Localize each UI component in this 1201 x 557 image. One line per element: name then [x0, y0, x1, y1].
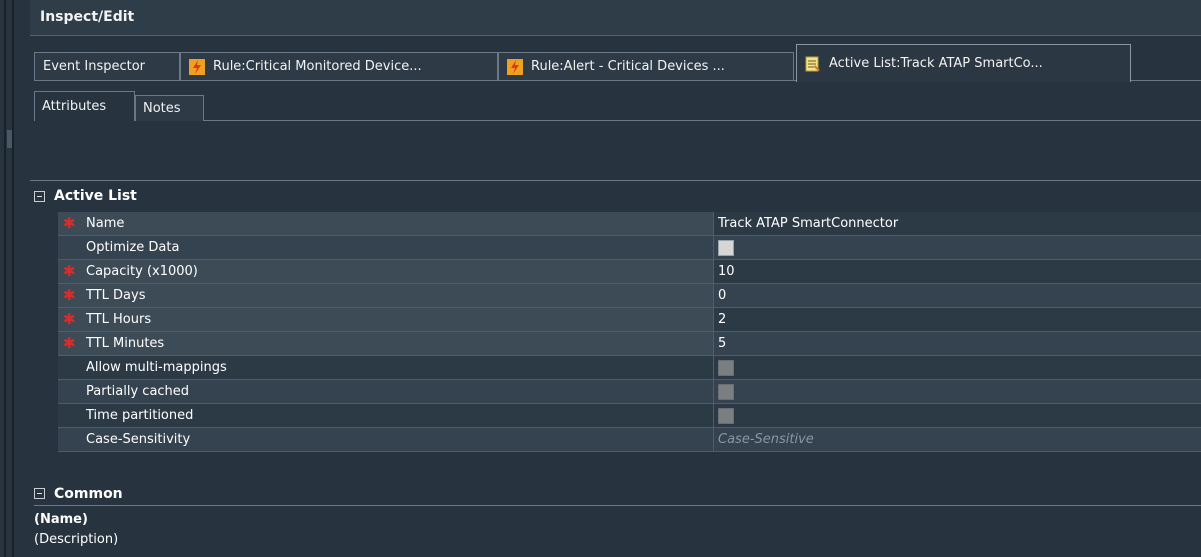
property-value-field: [714, 380, 1201, 403]
tab-label: Rule:Alert - Critical Devices ...: [531, 59, 725, 74]
section-common-header[interactable]: Common: [34, 482, 1201, 506]
property-value-text: Track ATAP SmartConnector: [718, 216, 899, 231]
tab-label: Event Inspector: [43, 59, 146, 74]
property-label: Partially cached: [58, 380, 714, 403]
property-value-text: 5: [718, 336, 727, 351]
property-name-text: Partially cached: [86, 384, 190, 399]
property-value-field[interactable]: 5: [714, 332, 1201, 355]
active-list-icon: [805, 56, 821, 72]
tab-event-inspector[interactable]: Event Inspector: [34, 52, 180, 80]
property-label: ✱ TTL Hours: [58, 308, 714, 331]
time-partitioned-checkbox: [718, 407, 734, 424]
property-row-ttl-hours[interactable]: ✱ TTL Hours 2: [58, 308, 1201, 332]
property-value-field: Case-Sensitive: [714, 428, 1201, 451]
property-value-text: 2: [718, 312, 727, 327]
section-label: Active List: [54, 188, 137, 204]
rule-lightning-icon: [507, 58, 523, 75]
inspector-subtabs: Attributes Notes: [34, 91, 1201, 121]
property-label: ✱ Name: [58, 212, 714, 235]
tab-attributes[interactable]: Attributes: [34, 91, 135, 121]
collapse-icon[interactable]: [34, 190, 45, 202]
section-divider: [30, 180, 1201, 181]
property-value-text: 10: [718, 264, 735, 279]
property-value-field: [714, 404, 1201, 427]
property-row-optimize-data[interactable]: Optimize Data: [58, 236, 1201, 260]
property-name-text: Case-Sensitivity: [86, 432, 191, 447]
property-name-text: TTL Hours: [86, 312, 152, 327]
property-row-capacity[interactable]: ✱ Capacity (x1000) 10: [58, 260, 1201, 284]
left-splitter[interactable]: [0, 0, 30, 557]
property-value-text: Case-Sensitive: [718, 432, 814, 447]
property-row-name[interactable]: ✱ Name Track ATAP SmartConnector: [58, 212, 1201, 236]
tab-notes[interactable]: Notes: [135, 95, 204, 121]
property-grid: ✱ Name Track ATAP SmartConnector Optimiz…: [58, 212, 1201, 452]
editor-tab-strip: Event Inspector Rule:Critical Monitored …: [34, 44, 1201, 86]
rule-lightning-icon: [189, 58, 205, 75]
property-value-field[interactable]: 2: [714, 308, 1201, 331]
property-row-partially-cached[interactable]: Partially cached: [58, 380, 1201, 404]
section-active-list-header[interactable]: Active List: [34, 184, 1201, 208]
property-label: ✱ TTL Days: [58, 284, 714, 307]
required-marker-icon: ✱: [63, 310, 76, 328]
property-name-text: Optimize Data: [86, 240, 180, 255]
property-name-text: Time partitioned: [86, 408, 194, 423]
property-label: Case-Sensitivity: [58, 428, 714, 451]
property-value-field[interactable]: 0: [714, 284, 1201, 307]
property-value-field[interactable]: Track ATAP SmartConnector: [714, 212, 1201, 235]
property-value-text: 0: [718, 288, 727, 303]
property-row-time-partitioned[interactable]: Time partitioned: [58, 404, 1201, 428]
required-marker-icon: ✱: [63, 286, 76, 304]
property-value-field[interactable]: [714, 236, 1201, 259]
property-name-text: TTL Days: [86, 288, 146, 303]
property-row-ttl-days[interactable]: ✱ TTL Days 0: [58, 284, 1201, 308]
splitter-grip[interactable]: [7, 130, 12, 148]
tab-rule-alert-critical[interactable]: Rule:Alert - Critical Devices ...: [498, 52, 794, 80]
required-marker-icon: ✱: [63, 214, 76, 232]
panel-titlebar: Inspect/Edit: [30, 0, 1201, 36]
required-marker-icon: ✱: [63, 262, 76, 280]
property-label: Optimize Data: [58, 236, 714, 259]
inspect-edit-panel: Inspect/Edit Event Inspector Rule:Critic…: [30, 0, 1201, 557]
property-name-text: Allow multi-mappings: [86, 360, 227, 375]
property-row-ttl-minutes[interactable]: ✱ TTL Minutes 5: [58, 332, 1201, 356]
property-label: ✱ TTL Minutes: [58, 332, 714, 355]
property-row-allow-multi-mappings[interactable]: Allow multi-mappings: [58, 356, 1201, 380]
allow-multi-mappings-checkbox: [718, 359, 734, 376]
property-value-field[interactable]: 10: [714, 260, 1201, 283]
subtab-label: Attributes: [42, 99, 107, 114]
panel-title: Inspect/Edit: [40, 9, 135, 25]
property-value-field: [714, 356, 1201, 379]
section-label: Common: [54, 485, 123, 502]
property-label: ✱ Capacity (x1000): [58, 260, 714, 283]
splitter-line: [12, 0, 14, 557]
collapse-icon[interactable]: [34, 488, 45, 499]
property-name-text: Name: [86, 216, 125, 231]
tab-rule-critical-monitored[interactable]: Rule:Critical Monitored Device...: [180, 52, 498, 80]
tab-label: Rule:Critical Monitored Device...: [213, 59, 422, 74]
common-name-label: (Name): [34, 512, 88, 527]
property-label: Time partitioned: [58, 404, 714, 427]
subtab-label: Notes: [143, 101, 181, 116]
property-name-text: Capacity (x1000): [86, 264, 198, 279]
optimize-data-checkbox[interactable]: [718, 239, 734, 256]
tab-label: Active List:Track ATAP SmartCo...: [829, 56, 1043, 71]
partially-cached-checkbox: [718, 383, 734, 400]
property-label: Allow multi-mappings: [58, 356, 714, 379]
property-name-text: TTL Minutes: [86, 336, 165, 351]
tab-active-list-track-atap[interactable]: Active List:Track ATAP SmartCo...: [796, 44, 1131, 82]
required-marker-icon: ✱: [63, 334, 76, 352]
property-row-case-sensitivity[interactable]: Case-Sensitivity Case-Sensitive: [58, 428, 1201, 452]
common-description-label: (Description): [34, 532, 119, 547]
splitter-line: [4, 0, 6, 557]
